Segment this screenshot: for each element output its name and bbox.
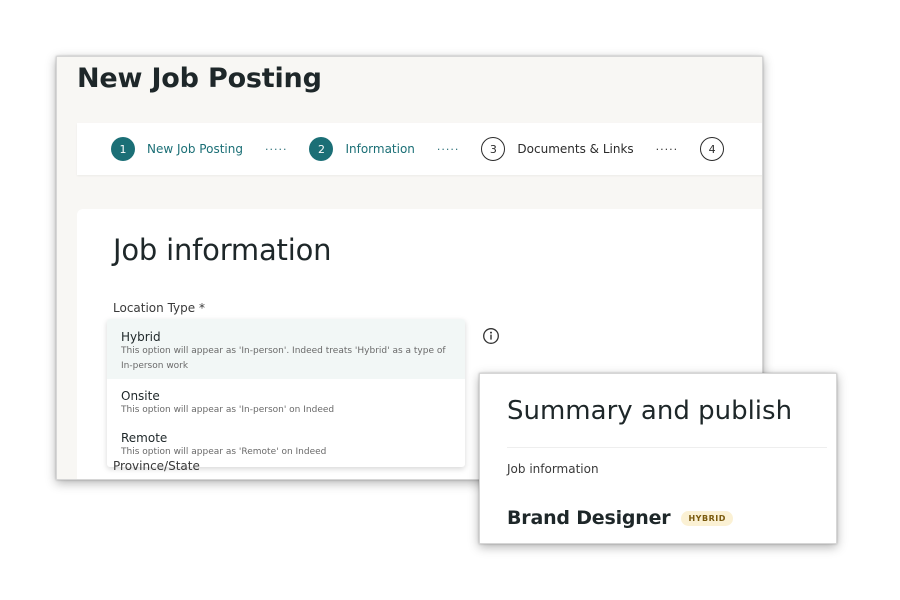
step-number-3: 3 [481,137,506,161]
card-title: Job information [113,233,332,267]
province-state-label: Province/State [113,459,200,473]
divider [507,447,827,448]
summary-window: Summary and publish Job information Bran… [479,373,837,544]
option-hybrid[interactable]: Hybrid This option will appear as 'In-pe… [107,319,465,379]
option-description: This option will appear as 'In-person' o… [121,405,335,415]
step-label-information: Information [345,142,415,156]
step-4[interactable]: 4 [700,137,736,161]
step-number-4: 4 [700,137,725,161]
step-documents-links[interactable]: 3 Documents & Links [481,137,634,161]
option-description: This option will appear as 'In-person'. … [121,346,446,371]
location-type-label: Location Type * [113,301,205,315]
option-label: Hybrid [121,330,161,344]
info-icon[interactable] [482,327,500,345]
location-type-badge: HYBRID [681,510,733,526]
stepper: 1 New Job Posting ····· 2 Information ··… [77,123,762,175]
screenshot-canvas: New Job Posting 1 New Job Posting ····· … [0,0,900,600]
step-new-job-posting[interactable]: 1 New Job Posting [111,137,243,161]
location-type-dropdown: Hybrid This option will appear as 'In-pe… [107,319,465,467]
option-onsite[interactable]: Onsite This option will appear as 'In-pe… [107,379,465,421]
step-label-new-job-posting: New Job Posting [147,142,243,156]
step-number-2: 2 [309,137,334,161]
option-label: Remote [121,431,168,445]
step-separator: ····· [264,142,288,156]
page-title: New Job Posting [77,63,322,94]
step-information[interactable]: 2 Information [309,137,415,161]
summary-section-label: Job information [507,462,599,476]
job-title: Brand Designer [507,507,671,529]
step-label-documents-links: Documents & Links [517,142,634,156]
step-number-1: 1 [111,137,135,161]
step-separator: ····· [436,142,460,156]
summary-job-row: Brand Designer HYBRID [507,507,733,529]
summary-title: Summary and publish [507,396,793,426]
step-separator: ····· [655,142,679,156]
option-label: Onsite [121,389,160,403]
option-description: This option will appear as 'Remote' on I… [121,447,327,457]
